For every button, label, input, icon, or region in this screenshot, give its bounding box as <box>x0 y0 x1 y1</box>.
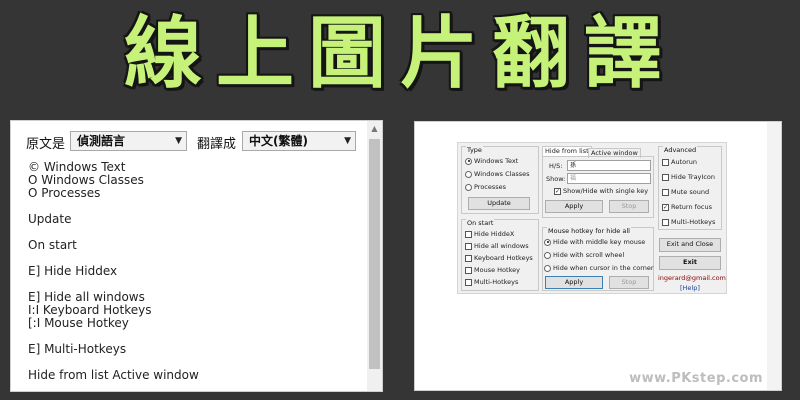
translation-text-panel: 原文是 偵測語言 ▼ 翻譯成 中文(繁體) ▼ © Windows Text O … <box>10 120 383 392</box>
check-autorun[interactable]: Autorun <box>662 158 697 166</box>
checkbox-icon <box>662 218 669 226</box>
show-label: Show: <box>546 175 566 183</box>
site-watermark: www.PKstep.com <box>629 371 763 386</box>
radio-icon <box>465 170 472 178</box>
radio-icon <box>544 264 551 272</box>
checkbox-icon <box>465 230 472 238</box>
update-button[interactable]: Update <box>468 197 530 210</box>
hs-label: H/S: <box>549 162 563 170</box>
tab-hide-from-list[interactable]: Hide from list <box>542 146 592 156</box>
checkmark-icon: ✓ <box>662 203 669 211</box>
check-show-hide-single-key[interactable]: ✓ Show/Hide with single key <box>554 187 648 195</box>
mouse-hotkey-group: Mouse hotkey for hide all Hide with midd… <box>542 227 654 291</box>
radio-hide-middle-key[interactable]: Hide with middle key mouse <box>544 238 645 246</box>
original-image-panel: Type Windows Text Windows Classes Proces… <box>414 121 782 391</box>
check-advanced-multi-hotkeys[interactable]: Multi-Hotkeys <box>662 218 715 226</box>
translation-content: 原文是 偵測語言 ▼ 翻譯成 中文(繁體) ▼ © Windows Text O … <box>11 121 369 391</box>
hide-stop-button[interactable]: Stop <box>609 200 649 213</box>
chevron-down-icon: ▼ <box>175 136 182 146</box>
source-language-select[interactable]: 偵測語言 ▼ <box>70 131 187 151</box>
scrollbar-thumb[interactable] <box>369 139 380 369</box>
check-return-focus[interactable]: ✓ Return focus <box>662 203 712 211</box>
radio-icon <box>465 183 472 191</box>
on-start-group-title: On start <box>466 219 495 227</box>
translated-line: E] Hide Hiddex <box>28 264 118 278</box>
radio-icon <box>544 238 551 246</box>
translated-line: E] Multi-Hotkeys <box>28 342 127 356</box>
checkbox-icon <box>465 278 472 286</box>
radio-hide-scroll-wheel[interactable]: Hide with scroll wheel <box>544 251 624 259</box>
hide-from-list-group: H/S: 孫 Show: 福 ✓ Show/Hide with single ke… <box>542 156 654 218</box>
target-language-select[interactable]: 中文(繁體) ▼ <box>242 131 356 151</box>
checkbox-icon <box>662 173 669 181</box>
checkbox-icon <box>465 242 472 250</box>
checkbox-icon <box>465 266 472 274</box>
radio-windows-classes[interactable]: Windows Classes <box>465 170 530 178</box>
translated-text-lines: © Windows Text O Windows Classes O Process… <box>28 161 363 382</box>
type-group-title: Type <box>466 146 483 154</box>
translated-line: O Processes <box>28 186 101 200</box>
hiddex-app-window: Type Windows Text Windows Classes Proces… <box>457 142 727 294</box>
vertical-scrollbar[interactable]: ▲ <box>367 121 382 391</box>
hs-hotkey-field[interactable]: 孫 <box>567 160 651 171</box>
advanced-group: Advanced Autorun Hide TrayIcon Mute soun… <box>658 146 722 230</box>
advanced-group-title: Advanced <box>663 146 698 154</box>
translated-line: On start <box>28 238 77 252</box>
chevron-down-icon: ▼ <box>344 136 351 146</box>
contact-email[interactable]: ingerard@gmail.com <box>658 274 726 282</box>
checkbox-icon <box>662 158 669 166</box>
translated-line: [:I Mouse Hotkey <box>28 316 129 330</box>
radio-hide-cursor-corner[interactable]: Hide when cursor in the corner <box>544 264 654 272</box>
exit-button[interactable]: Exit <box>659 256 721 270</box>
check-hide-trayicon[interactable]: Hide TrayIcon <box>662 173 715 181</box>
checkmark-icon: ✓ <box>554 187 561 195</box>
check-keyboard-hotkeys[interactable]: Keyboard Hotkeys <box>465 254 533 262</box>
target-language-value: 中文(繁體) <box>249 134 308 148</box>
language-select-row: 原文是 偵測語言 ▼ 翻譯成 中文(繁體) ▼ <box>26 131 366 153</box>
source-language-label: 原文是 <box>26 137 66 152</box>
translated-line: Update <box>28 212 72 226</box>
check-hide-hiddex[interactable]: Hide HiddeX <box>465 230 514 238</box>
radio-processes[interactable]: Processes <box>465 183 506 191</box>
radio-icon <box>465 157 472 165</box>
exit-and-close-button[interactable]: Exit and Close <box>659 238 721 252</box>
radio-windows-text[interactable]: Windows Text <box>465 157 518 165</box>
check-hide-all-windows[interactable]: Hide all windows <box>465 242 529 250</box>
radio-icon <box>544 251 551 259</box>
mouse-hotkey-group-title: Mouse hotkey for hide all <box>547 227 631 235</box>
hide-apply-button[interactable]: Apply <box>545 200 603 213</box>
mouse-stop-button[interactable]: Stop <box>609 276 649 289</box>
mouse-apply-button[interactable]: Apply <box>545 276 603 289</box>
checkbox-icon <box>662 188 669 196</box>
translated-line: Hide from list Active window <box>28 368 199 382</box>
on-start-group: On start Hide HiddeX Hide all windows Ke… <box>461 219 539 291</box>
banner-title: 線上圖片翻譯 <box>123 9 676 99</box>
help-link[interactable]: [Help] <box>680 284 700 292</box>
source-language-value: 偵測語言 <box>77 134 126 148</box>
image-panel-scrollbar[interactable] <box>767 122 781 390</box>
check-multi-hotkeys[interactable]: Multi-Hotkeys <box>465 278 518 286</box>
checkbox-icon <box>465 254 472 262</box>
show-hotkey-field[interactable]: 福 <box>567 173 651 184</box>
check-mouse-hotkey[interactable]: Mouse Hotkey <box>465 266 520 274</box>
scroll-up-icon[interactable]: ▲ <box>367 121 382 137</box>
check-mute-sound[interactable]: Mute sound <box>662 188 709 196</box>
type-group: Type Windows Text Windows Classes Proces… <box>461 146 539 214</box>
target-language-label: 翻譯成 <box>197 137 237 152</box>
